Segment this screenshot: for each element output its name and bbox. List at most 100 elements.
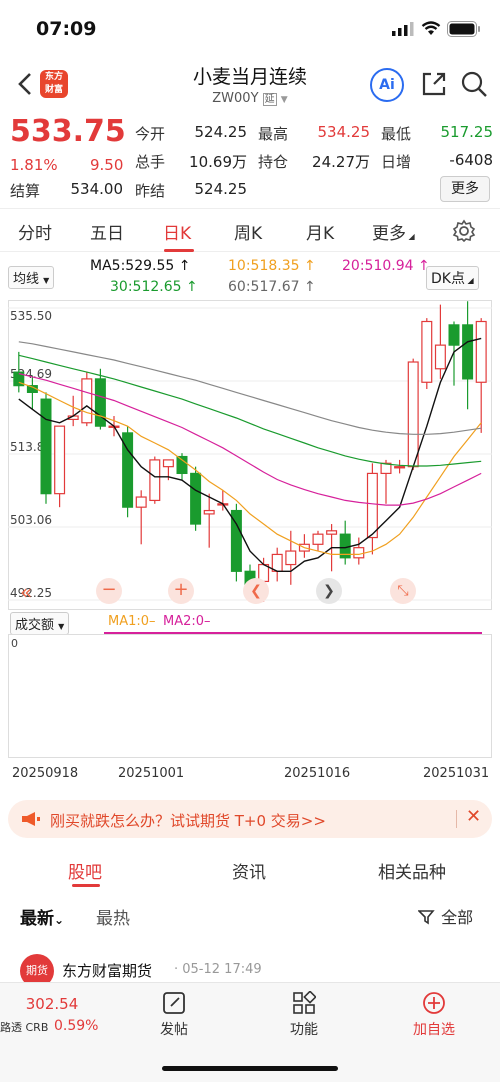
back-icon[interactable] <box>14 68 38 100</box>
tab-related[interactable]: 相关品种 <box>378 858 446 883</box>
ai-button[interactable]: Ai <box>370 68 404 102</box>
tab-more[interactable]: 更多 ◢ <box>372 219 415 244</box>
banner-text: 刚买就跌怎么办？试试期货 T+0 交易>> <box>50 812 326 830</box>
x-tick-3: 20251016 <box>284 766 351 781</box>
post-button[interactable]: 发帖 <box>134 991 214 1039</box>
dk-point-label: DK点 <box>431 271 465 287</box>
tab-more-label: 更多 <box>372 224 406 244</box>
filter-icon <box>417 910 435 925</box>
guba-underline <box>72 884 100 887</box>
low-value: 517.25 <box>440 123 494 141</box>
tab-monthly-k[interactable]: 月K <box>306 219 334 244</box>
vol-zero-tick: 0 <box>11 637 18 650</box>
banner-close-icon[interactable]: ✕ <box>466 806 481 827</box>
volume-selector-label: 成交额 <box>15 618 55 633</box>
candle-body <box>462 324 474 380</box>
page-title: 小麦当月连续 <box>192 66 307 88</box>
tab-daily-k[interactable]: 日K <box>163 219 191 244</box>
ma20-label: 20:510.94 ↑ <box>342 258 430 274</box>
tab-guba[interactable]: 股吧 <box>68 858 102 883</box>
share-icon[interactable] <box>420 70 448 98</box>
settings-gear-icon[interactable] <box>452 219 476 243</box>
banner-divider <box>456 810 457 828</box>
post-button-label: 发帖 <box>160 1022 188 1038</box>
status-bar: 07:09 <box>0 0 500 60</box>
candle-body <box>434 344 446 370</box>
volume-label: 总手 <box>135 153 166 171</box>
volume-value: 10.69万 <box>189 153 247 171</box>
more-quote-button[interactable]: 更多 <box>440 176 490 202</box>
oi-increase-label: 日增 <box>381 153 412 171</box>
step-right-icon[interactable]: ❯ <box>316 578 342 604</box>
candle-body <box>421 320 433 383</box>
contract-code[interactable]: ZW00Y 延 ▼ <box>150 90 350 106</box>
step-left-icon[interactable]: ❮ <box>243 578 269 604</box>
last-price: 533.75 <box>10 114 126 149</box>
index-name: 路透 CRB <box>0 1021 49 1034</box>
candle-body <box>162 459 174 468</box>
ma30-label: 30:512.65 ↑ <box>110 279 198 295</box>
open-value: 524.25 <box>194 123 248 141</box>
index-value: 302.54 <box>25 995 79 1013</box>
candle-body <box>366 472 378 539</box>
ma-legend: 均线 ▼ MA5:529.55 ↑ 10:518.35 ↑ 20:510.94 … <box>0 258 500 300</box>
low-label: 最低 <box>381 125 412 143</box>
open-label: 今开 <box>135 125 166 143</box>
oi-value: 24.27万 <box>312 153 370 171</box>
tab-intraday[interactable]: 分时 <box>18 219 52 244</box>
tab-news[interactable]: 资讯 <box>232 858 266 883</box>
sort-hottest[interactable]: 最热 <box>96 904 130 929</box>
promo-banner[interactable]: 刚买就跌怎么办？试试期货 T+0 交易>> ✕ <box>8 800 492 838</box>
chevron-down-icon: ▼ <box>280 95 288 105</box>
candle-body <box>190 472 202 525</box>
candle-body <box>285 550 297 566</box>
add-circle-icon <box>423 992 445 1014</box>
x-axis-dates: 20250918 20251001 20251016 20251031 <box>8 764 492 784</box>
tab-weekly-k[interactable]: 周K <box>234 219 262 244</box>
candle-body <box>312 533 324 545</box>
sort-newest[interactable]: 最新⌄ <box>20 904 64 929</box>
dk-point-selector[interactable]: DK点 ◢ <box>426 266 479 290</box>
delayed-tag: 延 <box>262 93 277 106</box>
candle-body <box>394 466 406 469</box>
active-tab-underline <box>164 249 194 252</box>
kline-chart[interactable]: 535.50 524.69 513.88 503.06 492.25 <box>8 300 492 610</box>
settle-label: 结算 <box>10 182 41 200</box>
y-tick-label: 503.06 <box>10 513 52 527</box>
x-tick-4: 20251031 <box>423 766 490 781</box>
community-tabs: 股吧 资讯 相关品种 <box>0 848 500 892</box>
post-item[interactable]: 期货 东方财富期货 · 05-12 17:49 <box>0 950 500 988</box>
volume-legend: 成交额 ▼ MA1:0– MA2:0– <box>8 612 492 635</box>
post-author[interactable]: 东方财富期货 <box>62 960 152 981</box>
functions-button[interactable]: 功能 <box>264 990 344 1039</box>
candle-body <box>271 553 283 572</box>
zoom-out-icon[interactable]: − <box>96 578 122 604</box>
candle-body <box>135 496 147 508</box>
fullscreen-icon[interactable]: ⤡ <box>390 578 416 604</box>
vol-ma1-label: MA1:0– <box>108 614 156 629</box>
battery-icon <box>447 21 480 37</box>
signal-icon <box>392 22 414 36</box>
add-watchlist-label: 加自选 <box>413 1022 455 1038</box>
post-time: · 05-12 17:49 <box>174 962 262 977</box>
candle-body <box>407 361 419 468</box>
period-tabs: 分时 五日 日K 周K 月K 更多 ◢ <box>0 208 500 252</box>
candle-body <box>203 509 215 515</box>
indicator-selector[interactable]: 均线 ▼ <box>8 266 55 289</box>
zoom-in-icon[interactable]: + <box>168 578 194 604</box>
search-icon[interactable] <box>460 70 488 98</box>
prev-settle-label: 昨结 <box>135 182 166 200</box>
tab-five-day[interactable]: 五日 <box>90 219 124 244</box>
candle-body <box>326 530 338 535</box>
high-label: 最高 <box>258 125 289 143</box>
nav-bar: 东方 财富 小麦当月连续 ZW00Y 延 ▼ Ai <box>0 60 500 112</box>
add-watchlist-button[interactable]: 加自选 <box>394 991 474 1039</box>
y-tick-label: 535.50 <box>10 309 52 323</box>
scroll-left-icon[interactable]: « <box>20 580 50 604</box>
functions-button-label: 功能 <box>290 1022 318 1038</box>
filter-button[interactable]: 全部 <box>417 904 473 928</box>
settle-value: 534.00 <box>70 180 124 198</box>
chart-frame <box>8 300 492 610</box>
volume-chart[interactable]: 0 <box>8 634 492 758</box>
volume-selector[interactable]: 成交额 ▼ <box>10 612 70 635</box>
